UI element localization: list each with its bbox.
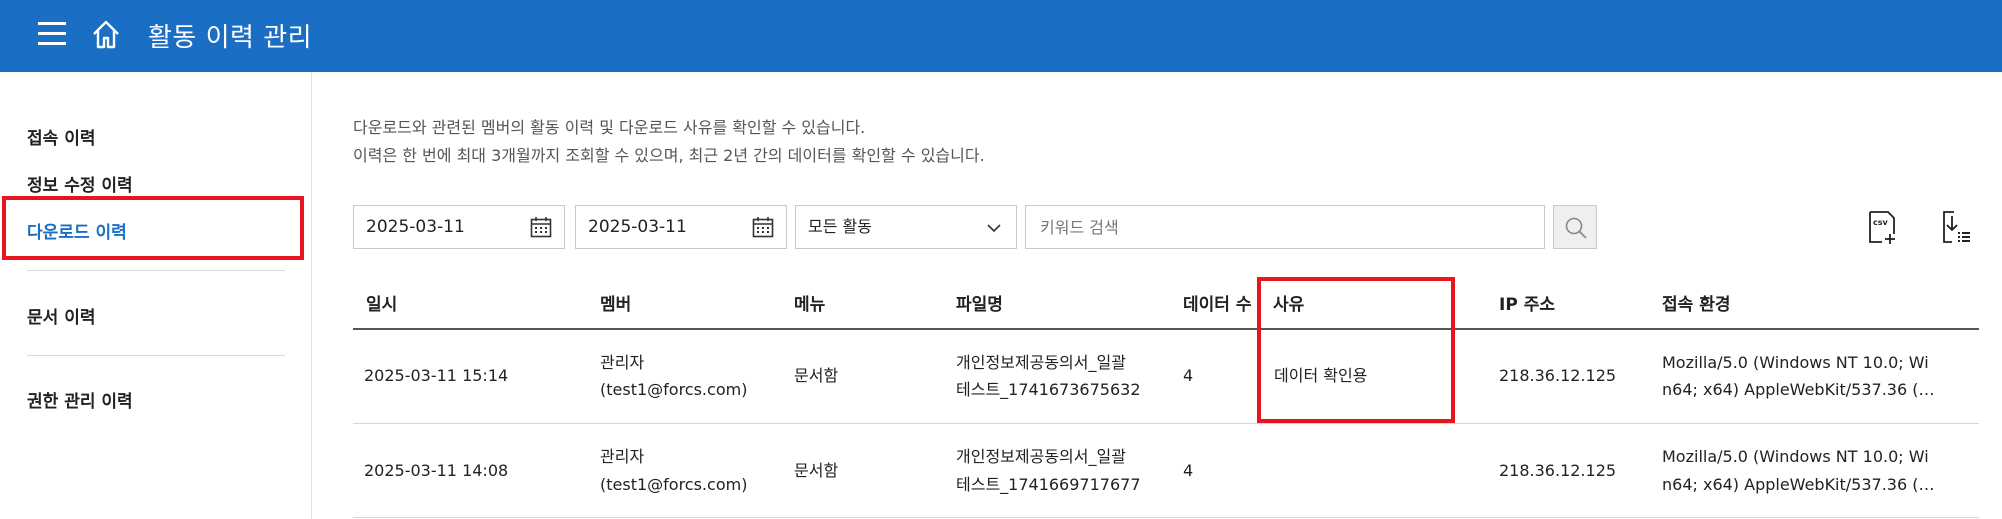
download-list-icon[interactable] xyxy=(1938,210,1972,246)
column-header-datetime: 일시 xyxy=(366,295,398,315)
page-title: 활동 이력 관리 xyxy=(148,23,313,53)
column-header-filename: 파일명 xyxy=(956,295,1003,315)
description-line-1: 다운로드와 관련된 멤버의 활동 이력 및 다운로드 사유를 확인할 수 있습니… xyxy=(353,118,866,137)
cell-ip: 218.36.12.125 xyxy=(1499,366,1617,385)
calendar-icon[interactable] xyxy=(752,216,774,238)
row-divider xyxy=(353,423,1979,424)
cell-environment-line-2: n64; x64) AppleWebKit/537.36 (… xyxy=(1662,380,1935,399)
svg-text:csv: csv xyxy=(1873,218,1889,227)
cell-data-count: 4 xyxy=(1183,366,1194,385)
cell-member-name: 관리자 xyxy=(600,353,645,372)
cell-menu: 문서함 xyxy=(794,366,839,385)
reason-column-highlight xyxy=(1257,277,1455,423)
table-header-divider xyxy=(353,328,1979,330)
sidebar-item-info-edit-history[interactable]: 정보 수정 이력 xyxy=(27,171,133,196)
cell-filename-line-1: 개인정보제공동의서_일괄 xyxy=(956,447,1126,466)
sidebar-item-access-history[interactable]: 접속 이력 xyxy=(27,124,95,149)
start-date-value: 2025-03-11 xyxy=(366,217,465,237)
row-divider xyxy=(353,517,1979,518)
column-header-ip: IP 주소 xyxy=(1499,295,1555,315)
cell-member-email: (test1@forcs.com) xyxy=(600,475,748,494)
cell-filename-line-2: 테스트_1741669717677 xyxy=(956,475,1141,494)
home-icon[interactable] xyxy=(90,18,122,50)
sidebar: 접속 이력 정보 수정 이력 다운로드 이력 문서 이력 권한 관리 이력 xyxy=(0,72,312,519)
cell-environment-line-1: Mozilla/5.0 (Windows NT 10.0; Wi xyxy=(1662,353,1929,372)
description-line-2: 이력은 한 번에 최대 3개월까지 조회할 수 있으며, 최근 2년 간의 데이… xyxy=(353,146,985,165)
start-date-field[interactable]: 2025-03-11 xyxy=(353,205,565,249)
column-header-member: 멤버 xyxy=(600,295,632,315)
cell-ip: 218.36.12.125 xyxy=(1499,461,1617,480)
keyword-search-input[interactable] xyxy=(1025,205,1545,249)
search-button[interactable] xyxy=(1553,205,1597,249)
sidebar-item-permission-history[interactable]: 권한 관리 이력 xyxy=(27,387,133,412)
activity-select-value: 모든 활동 xyxy=(808,217,872,236)
cell-datetime: 2025-03-11 14:08 xyxy=(364,461,509,480)
sidebar-item-document-history[interactable]: 문서 이력 xyxy=(27,303,95,328)
column-header-data-count: 데이터 수 xyxy=(1183,295,1252,315)
cell-filename-line-1: 개인정보제공동의서_일괄 xyxy=(956,353,1126,372)
active-item-highlight xyxy=(2,196,304,260)
cell-filename-line-2: 테스트_1741673675632 xyxy=(956,380,1141,399)
sidebar-divider xyxy=(27,270,285,271)
cell-member-email: (test1@forcs.com) xyxy=(600,380,748,399)
hamburger-icon[interactable] xyxy=(38,22,66,46)
end-date-field[interactable]: 2025-03-11 xyxy=(575,205,787,249)
sidebar-divider xyxy=(27,355,285,356)
column-header-menu: 메뉴 xyxy=(794,295,826,315)
cell-environment-line-1: Mozilla/5.0 (Windows NT 10.0; Wi xyxy=(1662,447,1929,466)
csv-export-icon[interactable]: csv xyxy=(1866,210,1900,246)
cell-environment-line-2: n64; x64) AppleWebKit/537.36 (… xyxy=(1662,475,1935,494)
search-icon xyxy=(1565,217,1587,239)
cell-datetime: 2025-03-11 15:14 xyxy=(364,366,509,385)
top-header: 활동 이력 관리 xyxy=(0,0,2002,72)
column-header-environment: 접속 환경 xyxy=(1662,295,1731,315)
cell-menu: 문서함 xyxy=(794,461,839,480)
calendar-icon[interactable] xyxy=(530,216,552,238)
activity-type-select[interactable]: 모든 활동 xyxy=(795,205,1017,249)
cell-data-count: 4 xyxy=(1183,461,1194,480)
cell-member-name: 관리자 xyxy=(600,447,645,466)
end-date-value: 2025-03-11 xyxy=(588,217,687,237)
chevron-down-icon xyxy=(987,224,1001,233)
